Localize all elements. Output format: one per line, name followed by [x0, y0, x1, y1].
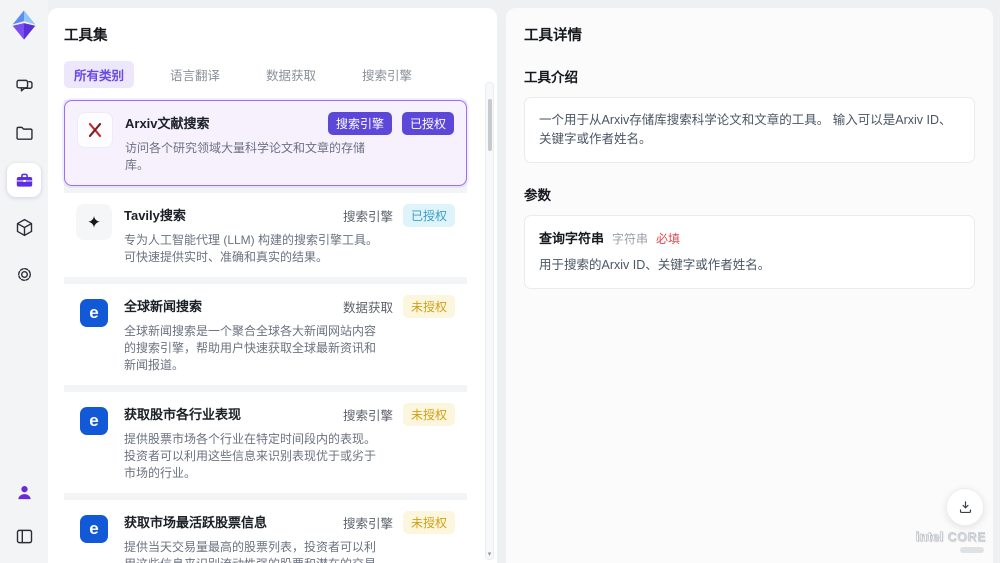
tab-data-fetch[interactable]: 数据获取	[256, 61, 326, 88]
auth-status-badge: 未授权	[402, 511, 455, 535]
intel-logo-text: intel	[915, 529, 944, 545]
scrollbar-thumb[interactable]	[488, 99, 492, 151]
tool-name: 获取股市各行业表现	[124, 407, 242, 423]
tool-name: Arxiv文献搜索	[125, 116, 210, 131]
tool-description: 全球新闻搜索是一个聚合全球各大新闻网站内容的搜索引擎，帮助用户快速获取全球最新资…	[124, 324, 377, 373]
core-logo-text: CORE	[947, 530, 987, 545]
news-logo-icon: e	[76, 403, 112, 439]
chat-icon[interactable]	[7, 69, 41, 103]
tool-details-panel: 工具详情 工具介绍 一个用于从Arxiv存储库搜索科学论文和文章的工具。 输入可…	[506, 8, 993, 563]
intro-heading: 工具介绍	[524, 70, 578, 85]
package-icon[interactable]	[7, 210, 41, 244]
user-avatar-icon[interactable]	[7, 475, 41, 509]
tool-list-panel: 工具集 所有类别 语言翻译 数据获取 搜索引擎 Arxiv文献搜索 搜索引擎 已…	[48, 8, 497, 563]
tool-name: 获取市场最活跃股票信息	[124, 515, 268, 531]
panel-toggle-icon[interactable]	[7, 519, 41, 553]
category-tabs: 所有类别 语言翻译 数据获取 搜索引擎	[64, 61, 481, 88]
category-label: 搜索引擎	[342, 210, 393, 225]
tool-name: 全球新闻搜索	[124, 299, 203, 315]
folder-icon[interactable]	[7, 116, 41, 150]
arxiv-logo-icon	[77, 112, 113, 148]
tool-description: 专为人工智能代理 (LLM) 构建的搜索引擎工具。可快速提供实时、准确和真实的结…	[124, 233, 379, 265]
auth-status-badge: 已授权	[402, 204, 455, 228]
category-badge: 搜索引擎	[327, 112, 392, 135]
app-logo-gem-icon	[6, 7, 42, 43]
tab-all-categories[interactable]: 所有类别	[64, 61, 135, 88]
scrollbar-down-arrow-icon[interactable]: ▾	[486, 550, 493, 558]
tool-list-scrollbar[interactable]: ▾	[485, 82, 494, 560]
details-title: 工具详情	[524, 28, 582, 44]
tool-card-global-news[interactable]: e 全球新闻搜索 数据获取 未授权 全球新闻搜索是一个聚合全球各大新闻网站内容的…	[64, 284, 467, 386]
param-description: 用于搜索的Arxiv ID、关键字或作者姓名。	[539, 258, 771, 272]
tool-description: 访问各个研究领域大量科学论文和文章的存储库。	[125, 141, 366, 173]
tool-card-most-active-stocks[interactable]: e 获取市场最活跃股票信息 搜索引擎 未授权 提供当天交易量最高的股票列表，投资…	[64, 500, 467, 563]
download-button[interactable]	[946, 488, 984, 526]
category-label: 搜索引擎	[342, 517, 393, 532]
download-icon	[959, 500, 971, 513]
app-sidebar	[0, 0, 48, 563]
category-label: 搜索引擎	[342, 409, 393, 424]
param-required-badge: 必填	[656, 231, 681, 246]
sidebar-bottom	[7, 475, 41, 553]
news-logo-icon: e	[76, 511, 112, 547]
intro-card: 一个用于从Arxiv存储库搜索科学论文和文章的工具。 输入可以是Arxiv ID…	[524, 97, 975, 163]
news-logo-icon: e	[76, 295, 112, 331]
intel-badge-accent	[960, 547, 984, 553]
sidebar-nav	[7, 69, 41, 291]
intel-core-logo: intel CORE	[914, 528, 988, 553]
toolbox-icon[interactable]	[7, 163, 41, 197]
param-card: 查询字符串 字符串 必填 用于搜索的Arxiv ID、关键字或作者姓名。	[524, 214, 975, 289]
tool-card-tavily[interactable]: ✦ Tavily搜索 搜索引擎 已授权 专为人工智能代理 (LLM) 构建的搜索…	[64, 193, 467, 278]
params-heading: 参数	[524, 187, 551, 203]
intro-text: 一个用于从Arxiv存储库搜索科学论文和文章的工具。 输入可以是Arxiv ID…	[539, 113, 952, 146]
tool-description: 提供当天交易量最高的股票列表，投资者可以利用这些信息来识别流动性强的股票和潜在的…	[124, 540, 377, 563]
auth-status-badge: 未授权	[402, 295, 455, 319]
tool-list: Arxiv文献搜索 搜索引擎 已授权 访问各个研究领域大量科学论文和文章的存储库…	[64, 100, 467, 563]
page-title: 工具集	[64, 28, 108, 44]
auth-status-badge: 未授权	[402, 403, 455, 427]
tool-description: 提供股票市场各个行业在特定时间段内的表现。投资者可以利用这些信息来识别表现优于或…	[124, 432, 377, 481]
tool-name: Tavily搜索	[124, 208, 186, 224]
tool-card-arxiv[interactable]: Arxiv文献搜索 搜索引擎 已授权 访问各个研究领域大量科学论文和文章的存储库…	[64, 100, 467, 187]
auth-status-badge: 已授权	[401, 112, 454, 135]
category-label: 数据获取	[342, 301, 393, 316]
param-type: 字符串	[612, 231, 649, 246]
tavily-star-icon: ✦	[76, 204, 112, 241]
tool-card-sector-performance[interactable]: e 获取股市各行业表现 搜索引擎 未授权 提供股票市场各个行业在特定时间段内的表…	[64, 392, 467, 494]
settings-gear-icon[interactable]	[7, 257, 41, 291]
tab-search-engine[interactable]: 搜索引擎	[352, 61, 422, 88]
param-name: 查询字符串	[539, 230, 605, 246]
tab-language-translation[interactable]: 语言翻译	[160, 61, 230, 88]
